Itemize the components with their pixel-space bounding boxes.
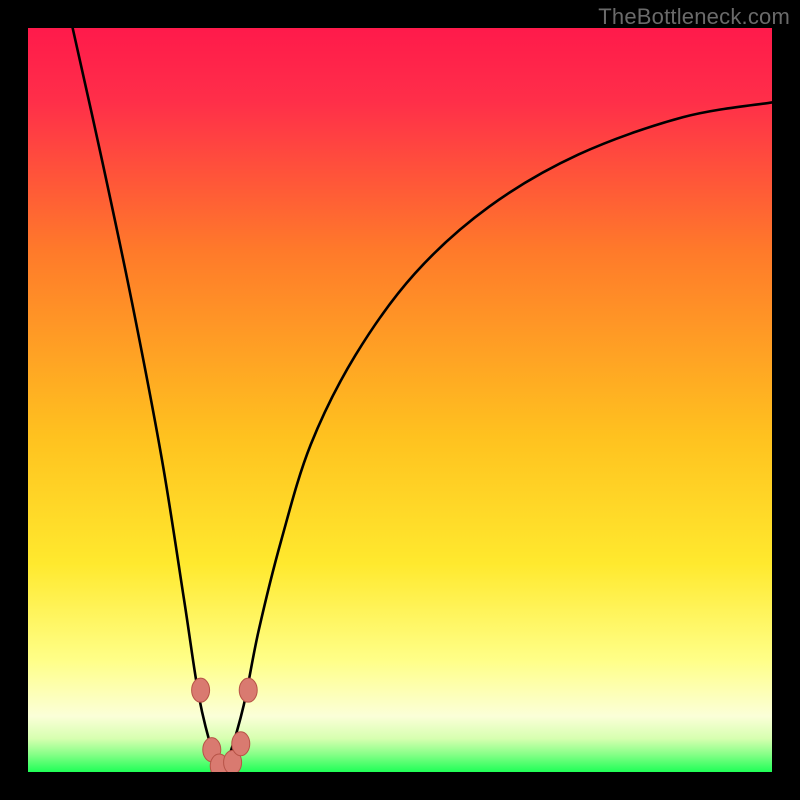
bottleneck-chart	[28, 28, 772, 772]
watermark-text: TheBottleneck.com	[598, 4, 790, 30]
curve-marker	[239, 678, 257, 702]
curve-marker	[232, 732, 250, 756]
curve-marker	[192, 678, 210, 702]
heat-background	[28, 28, 772, 772]
chart-frame	[28, 28, 772, 772]
